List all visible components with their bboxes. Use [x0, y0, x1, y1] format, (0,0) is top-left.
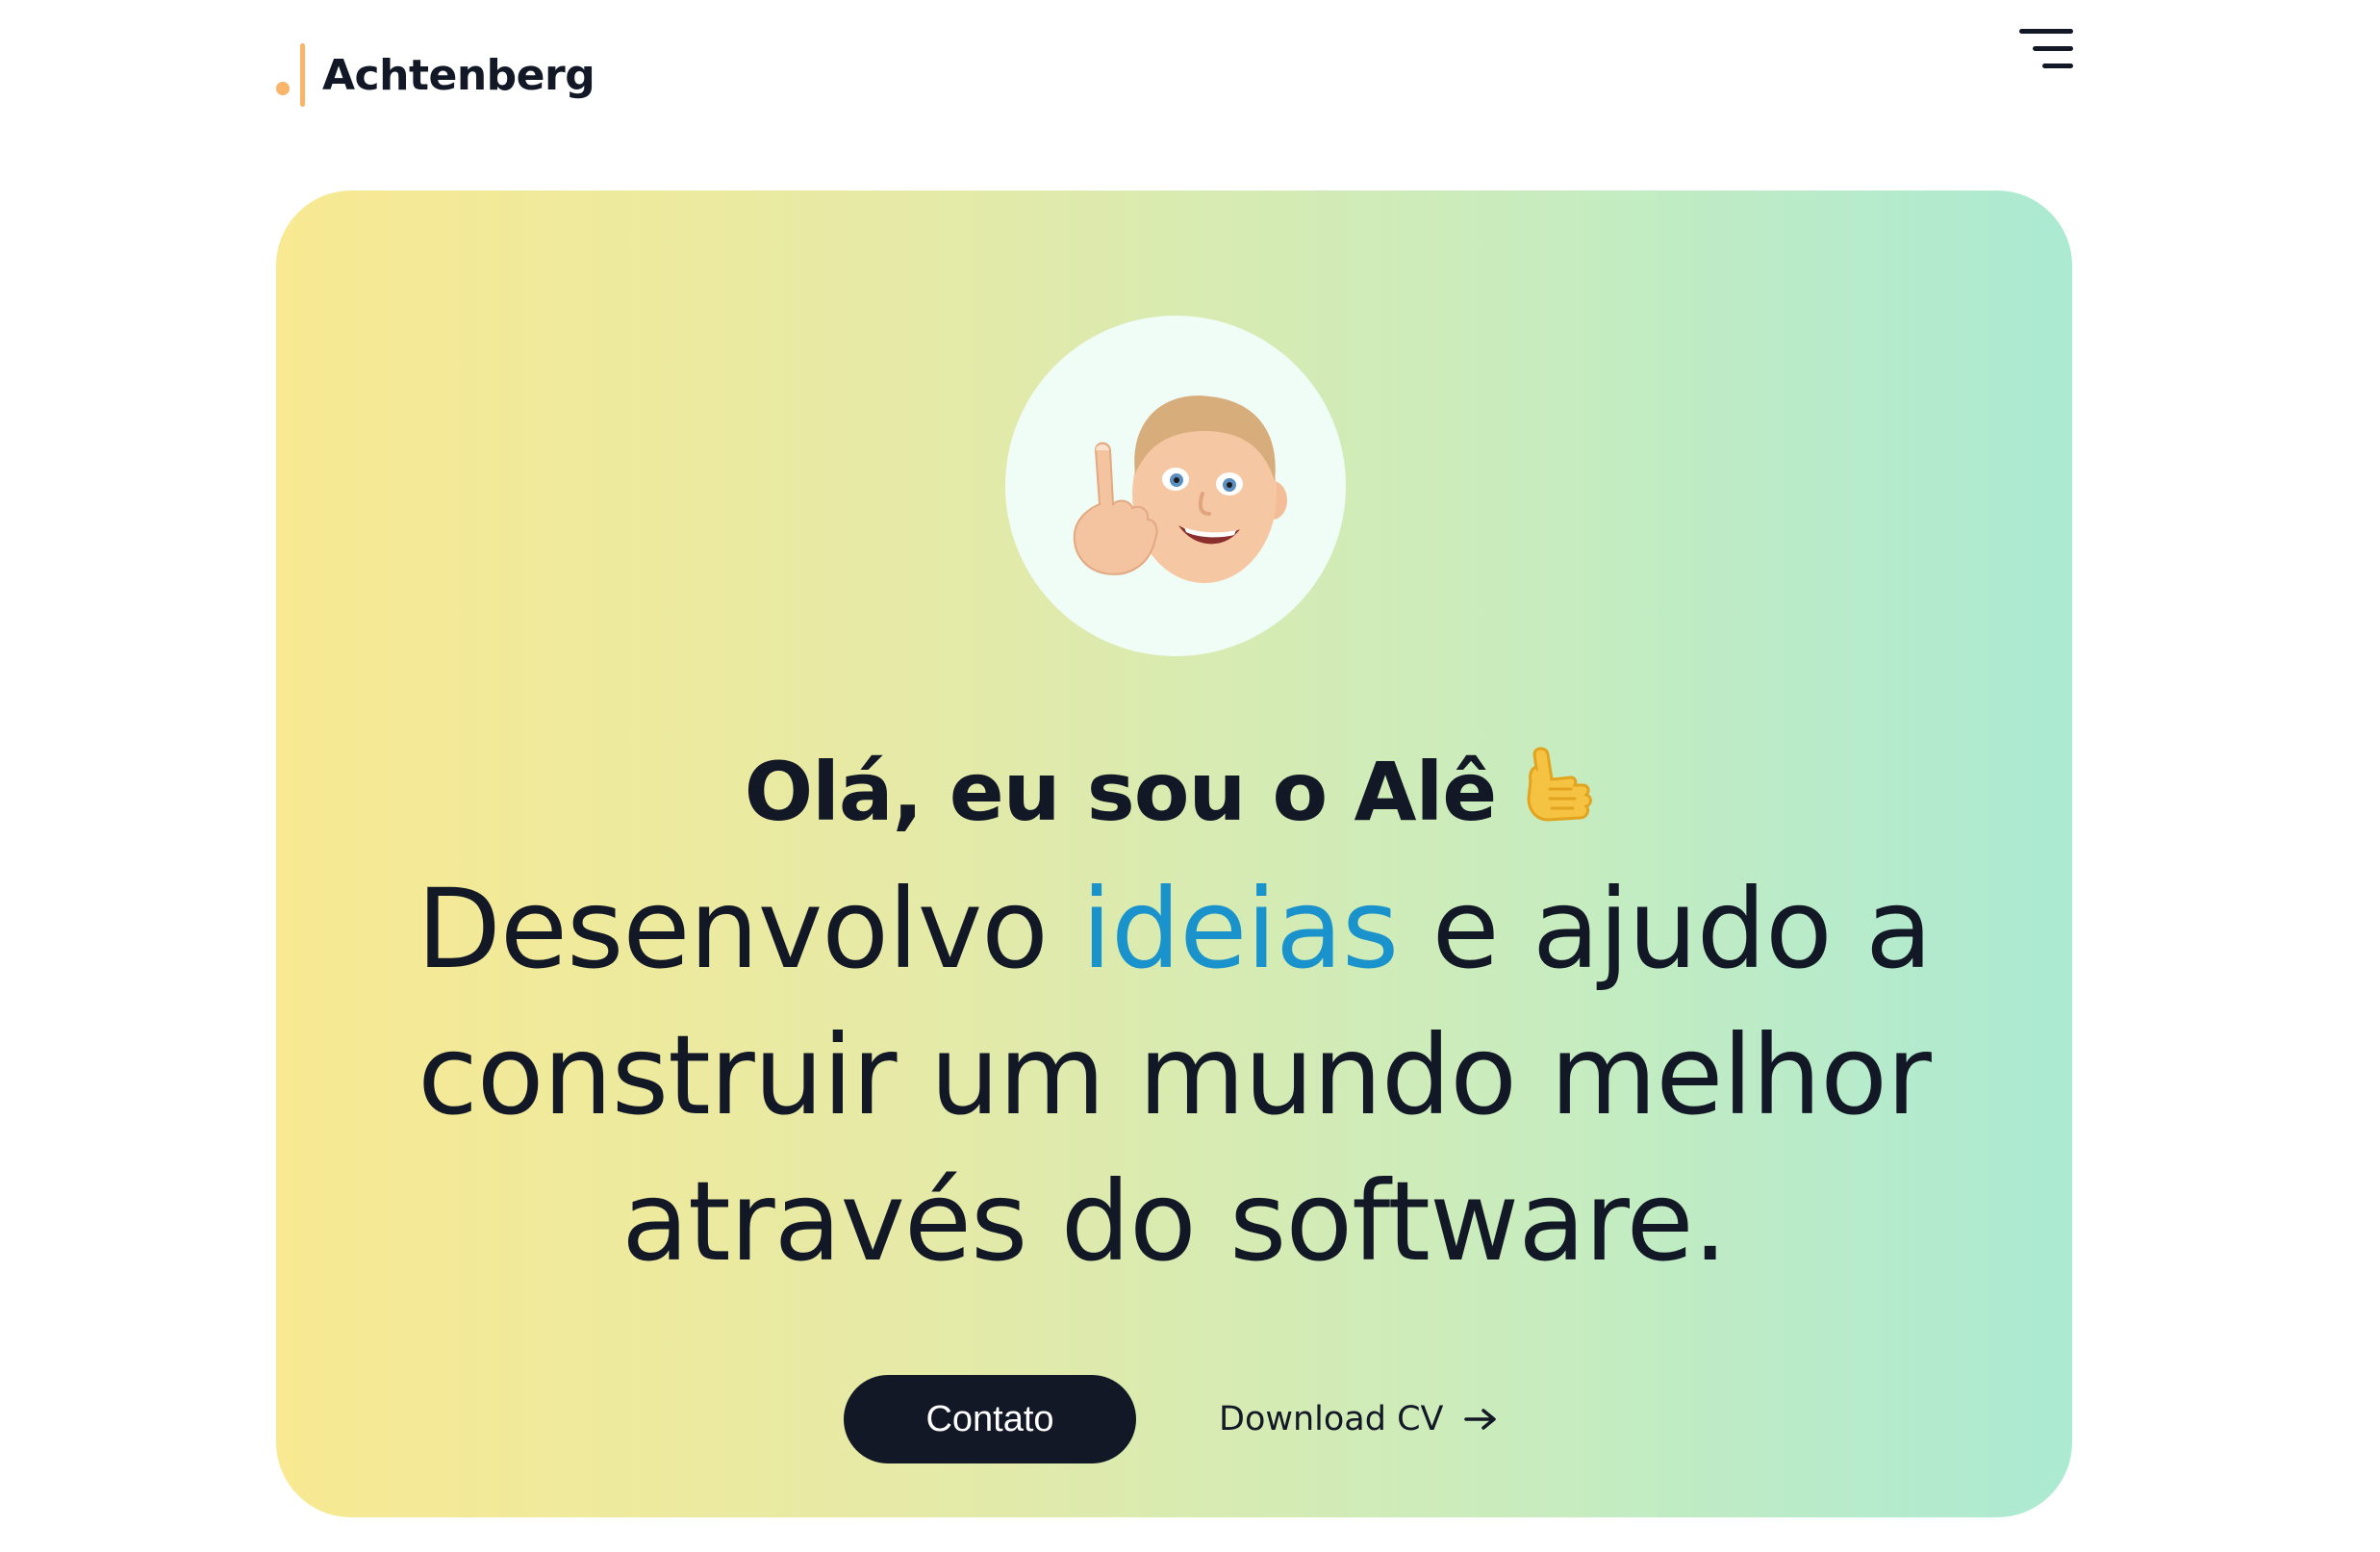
- headline-accent-word: ideias: [1081, 865, 1399, 993]
- site-header: Achtenberg: [274, 27, 2073, 123]
- menu-line-top: [2019, 29, 2073, 34]
- download-cv-link[interactable]: Download CV: [1219, 1375, 1497, 1463]
- menu-line-middle: [2033, 46, 2073, 51]
- logo-bar: [300, 43, 305, 107]
- hero-headline: Desenvolvo ideias e ajudo a construir um…: [353, 856, 1995, 1295]
- site-logo[interactable]: Achtenberg: [274, 27, 595, 123]
- download-cv-label: Download CV: [1219, 1400, 1444, 1438]
- hamburger-menu-icon[interactable]: [2019, 27, 2073, 81]
- call-me-hand-icon: [1515, 739, 1604, 847]
- hero-card: Olá, eu sou o Alê Desenvolvo ideias e aj…: [276, 191, 2072, 1517]
- greeting-heading: Olá, eu sou o Alê: [276, 739, 2072, 847]
- memoji-pointing-up-icon: [1073, 395, 1287, 583]
- brand-name: Achtenberg: [322, 50, 595, 100]
- arrow-right-icon: [1464, 1409, 1497, 1430]
- greeting-text: Olá, eu sou o Alê: [744, 745, 1498, 839]
- contact-button[interactable]: Contato: [844, 1375, 1136, 1463]
- hero-actions: Contato Download CV: [276, 1375, 2072, 1463]
- logo-dot: [276, 82, 290, 95]
- headline-text-before: Desenvolvo: [417, 865, 1082, 993]
- avatar: [1005, 316, 1346, 656]
- logo-mark-icon: [274, 41, 313, 109]
- menu-line-bottom: [2042, 64, 2073, 68]
